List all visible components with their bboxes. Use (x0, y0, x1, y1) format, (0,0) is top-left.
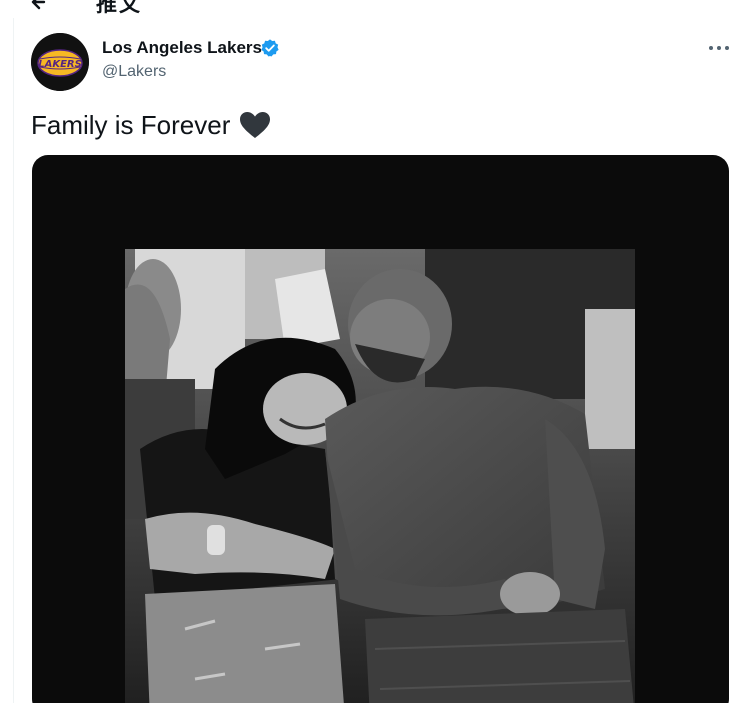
lakers-logo: LAKERS (31, 33, 89, 91)
page-title: 推文 (96, 0, 142, 16)
black-heart-icon (238, 110, 272, 140)
tweet-body: Family is Forever (31, 110, 231, 140)
timeline-divider (13, 18, 14, 703)
avatar[interactable]: LAKERS (31, 33, 89, 91)
tweet-text: Family is Forever (31, 108, 272, 142)
tweet-page: 推文 LAKERS Los Angeles Lakers @Lakers Fam… (0, 0, 750, 703)
author-name[interactable]: Los Angeles Lakers (102, 38, 262, 58)
back-arrow-icon[interactable] (30, 0, 50, 12)
black-and-white-photo (125, 249, 635, 703)
tweet-media[interactable] (32, 155, 729, 703)
top-header: 推文 (0, 0, 750, 16)
author-handle[interactable]: @Lakers (102, 63, 166, 81)
logo-wordmark: LAKERS (38, 59, 82, 70)
tweet-photo[interactable] (125, 249, 635, 703)
verified-badge-icon (260, 38, 280, 58)
more-options-icon[interactable] (700, 34, 738, 62)
